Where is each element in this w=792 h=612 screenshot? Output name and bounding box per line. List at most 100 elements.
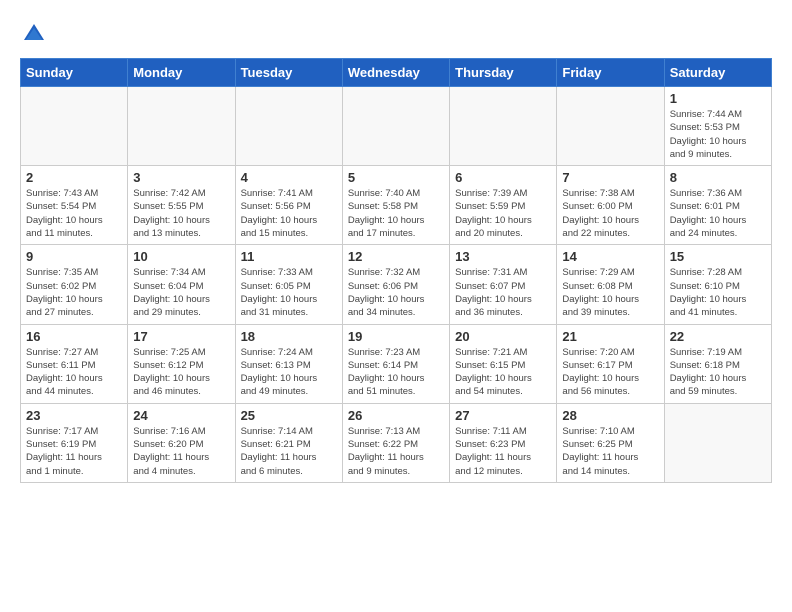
weekday-header-row: SundayMondayTuesdayWednesdayThursdayFrid… <box>21 59 772 87</box>
day-info: Sunrise: 7:27 AM Sunset: 6:11 PM Dayligh… <box>26 346 122 399</box>
day-info: Sunrise: 7:11 AM Sunset: 6:23 PM Dayligh… <box>455 425 551 478</box>
day-number: 11 <box>241 249 337 264</box>
calendar-day-20: 20 Sunrise: 7:21 AM Sunset: 6:15 PM Dayli… <box>450 324 557 403</box>
calendar-day-2: 2Sunrise: 7:43 AM Sunset: 5:54 PM Daylig… <box>21 166 128 245</box>
day-info: Sunrise: 7:32 AM Sunset: 6:06 PM Dayligh… <box>348 266 444 319</box>
day-info: Sunrise: 7:20 AM Sunset: 6:17 PM Dayligh… <box>562 346 658 399</box>
calendar-week-row: 2Sunrise: 7:43 AM Sunset: 5:54 PM Daylig… <box>21 166 772 245</box>
calendar-day-5: 5Sunrise: 7:40 AM Sunset: 5:58 PM Daylig… <box>342 166 449 245</box>
day-info: Sunrise: 7:33 AM Sunset: 6:05 PM Dayligh… <box>241 266 337 319</box>
calendar-day-19: 19Sunrise: 7:23 AM Sunset: 6:14 PM Dayli… <box>342 324 449 403</box>
day-info: Sunrise: 7:19 AM Sunset: 6:18 PM Dayligh… <box>670 346 766 399</box>
calendar-day-21: 21 Sunrise: 7:20 AM Sunset: 6:17 PM Dayli… <box>557 324 664 403</box>
calendar-day-9: 9 Sunrise: 7:35 AM Sunset: 6:02 PM Daylig… <box>21 245 128 324</box>
calendar-empty-cell <box>664 403 771 482</box>
calendar-day-16: 16 Sunrise: 7:27 AM Sunset: 6:11 PM Dayli… <box>21 324 128 403</box>
calendar-week-row: 23Sunrise: 7:17 AM Sunset: 6:19 PM Dayli… <box>21 403 772 482</box>
day-number: 16 <box>26 329 122 344</box>
calendar-day-25: 25 Sunrise: 7:14 AM Sunset: 6:21 PM Dayli… <box>235 403 342 482</box>
day-info: Sunrise: 7:16 AM Sunset: 6:20 PM Dayligh… <box>133 425 229 478</box>
calendar-week-row: 1 Sunrise: 7:44 AM Sunset: 5:53 PM Daylig… <box>21 87 772 166</box>
day-info: Sunrise: 7:13 AM Sunset: 6:22 PM Dayligh… <box>348 425 444 478</box>
day-number: 4 <box>241 170 337 185</box>
calendar-empty-cell <box>450 87 557 166</box>
day-number: 28 <box>562 408 658 423</box>
calendar-week-row: 16 Sunrise: 7:27 AM Sunset: 6:11 PM Dayli… <box>21 324 772 403</box>
day-info: Sunrise: 7:41 AM Sunset: 5:56 PM Dayligh… <box>241 187 337 240</box>
calendar-day-23: 23Sunrise: 7:17 AM Sunset: 6:19 PM Dayli… <box>21 403 128 482</box>
calendar-day-10: 10Sunrise: 7:34 AM Sunset: 6:04 PM Dayli… <box>128 245 235 324</box>
calendar-empty-cell <box>21 87 128 166</box>
day-number: 12 <box>348 249 444 264</box>
day-info: Sunrise: 7:25 AM Sunset: 6:12 PM Dayligh… <box>133 346 229 399</box>
calendar-day-6: 6 Sunrise: 7:39 AM Sunset: 5:59 PM Daylig… <box>450 166 557 245</box>
day-info: Sunrise: 7:28 AM Sunset: 6:10 PM Dayligh… <box>670 266 766 319</box>
day-number: 2 <box>26 170 122 185</box>
day-number: 3 <box>133 170 229 185</box>
day-info: Sunrise: 7:24 AM Sunset: 6:13 PM Dayligh… <box>241 346 337 399</box>
day-number: 25 <box>241 408 337 423</box>
calendar-day-24: 24 Sunrise: 7:16 AM Sunset: 6:20 PM Dayli… <box>128 403 235 482</box>
day-number: 22 <box>670 329 766 344</box>
day-info: Sunrise: 7:44 AM Sunset: 5:53 PM Dayligh… <box>670 108 766 161</box>
calendar-day-18: 18 Sunrise: 7:24 AM Sunset: 6:13 PM Dayli… <box>235 324 342 403</box>
calendar-day-3: 3 Sunrise: 7:42 AM Sunset: 5:55 PM Daylig… <box>128 166 235 245</box>
calendar-empty-cell <box>128 87 235 166</box>
day-info: Sunrise: 7:39 AM Sunset: 5:59 PM Dayligh… <box>455 187 551 240</box>
weekday-header-thursday: Thursday <box>450 59 557 87</box>
day-number: 14 <box>562 249 658 264</box>
day-info: Sunrise: 7:10 AM Sunset: 6:25 PM Dayligh… <box>562 425 658 478</box>
day-info: Sunrise: 7:36 AM Sunset: 6:01 PM Dayligh… <box>670 187 766 240</box>
day-info: Sunrise: 7:23 AM Sunset: 6:14 PM Dayligh… <box>348 346 444 399</box>
day-number: 21 <box>562 329 658 344</box>
calendar-empty-cell <box>342 87 449 166</box>
calendar-day-11: 11 Sunrise: 7:33 AM Sunset: 6:05 PM Dayli… <box>235 245 342 324</box>
day-number: 24 <box>133 408 229 423</box>
calendar-day-7: 7 Sunrise: 7:38 AM Sunset: 6:00 PM Daylig… <box>557 166 664 245</box>
day-number: 27 <box>455 408 551 423</box>
calendar-week-row: 9 Sunrise: 7:35 AM Sunset: 6:02 PM Daylig… <box>21 245 772 324</box>
calendar-empty-cell <box>235 87 342 166</box>
day-number: 8 <box>670 170 766 185</box>
logo-icon <box>20 20 48 48</box>
day-number: 17 <box>133 329 229 344</box>
day-number: 18 <box>241 329 337 344</box>
calendar-day-22: 22 Sunrise: 7:19 AM Sunset: 6:18 PM Dayli… <box>664 324 771 403</box>
day-number: 15 <box>670 249 766 264</box>
calendar-day-1: 1 Sunrise: 7:44 AM Sunset: 5:53 PM Daylig… <box>664 87 771 166</box>
day-number: 7 <box>562 170 658 185</box>
calendar-day-26: 26 Sunrise: 7:13 AM Sunset: 6:22 PM Dayli… <box>342 403 449 482</box>
day-info: Sunrise: 7:29 AM Sunset: 6:08 PM Dayligh… <box>562 266 658 319</box>
day-info: Sunrise: 7:38 AM Sunset: 6:00 PM Dayligh… <box>562 187 658 240</box>
day-info: Sunrise: 7:35 AM Sunset: 6:02 PM Dayligh… <box>26 266 122 319</box>
calendar-day-15: 15 Sunrise: 7:28 AM Sunset: 6:10 PM Dayli… <box>664 245 771 324</box>
day-info: Sunrise: 7:42 AM Sunset: 5:55 PM Dayligh… <box>133 187 229 240</box>
calendar-day-28: 28 Sunrise: 7:10 AM Sunset: 6:25 PM Dayli… <box>557 403 664 482</box>
calendar-day-14: 14 Sunrise: 7:29 AM Sunset: 6:08 PM Dayli… <box>557 245 664 324</box>
calendar-empty-cell <box>557 87 664 166</box>
day-number: 13 <box>455 249 551 264</box>
weekday-header-sunday: Sunday <box>21 59 128 87</box>
weekday-header-tuesday: Tuesday <box>235 59 342 87</box>
weekday-header-wednesday: Wednesday <box>342 59 449 87</box>
day-number: 20 <box>455 329 551 344</box>
logo <box>20 20 50 48</box>
day-number: 26 <box>348 408 444 423</box>
calendar-table: SundayMondayTuesdayWednesdayThursdayFrid… <box>20 58 772 483</box>
weekday-header-friday: Friday <box>557 59 664 87</box>
day-info: Sunrise: 7:21 AM Sunset: 6:15 PM Dayligh… <box>455 346 551 399</box>
calendar-day-13: 13 Sunrise: 7:31 AM Sunset: 6:07 PM Dayli… <box>450 245 557 324</box>
calendar-day-8: 8 Sunrise: 7:36 AM Sunset: 6:01 PM Daylig… <box>664 166 771 245</box>
calendar-day-12: 12 Sunrise: 7:32 AM Sunset: 6:06 PM Dayli… <box>342 245 449 324</box>
day-number: 23 <box>26 408 122 423</box>
page-header <box>20 20 772 48</box>
day-info: Sunrise: 7:31 AM Sunset: 6:07 PM Dayligh… <box>455 266 551 319</box>
day-number: 6 <box>455 170 551 185</box>
calendar-day-4: 4 Sunrise: 7:41 AM Sunset: 5:56 PM Daylig… <box>235 166 342 245</box>
day-number: 1 <box>670 91 766 106</box>
day-info: Sunrise: 7:34 AM Sunset: 6:04 PM Dayligh… <box>133 266 229 319</box>
day-info: Sunrise: 7:14 AM Sunset: 6:21 PM Dayligh… <box>241 425 337 478</box>
weekday-header-saturday: Saturday <box>664 59 771 87</box>
day-number: 9 <box>26 249 122 264</box>
calendar-day-27: 27 Sunrise: 7:11 AM Sunset: 6:23 PM Dayli… <box>450 403 557 482</box>
